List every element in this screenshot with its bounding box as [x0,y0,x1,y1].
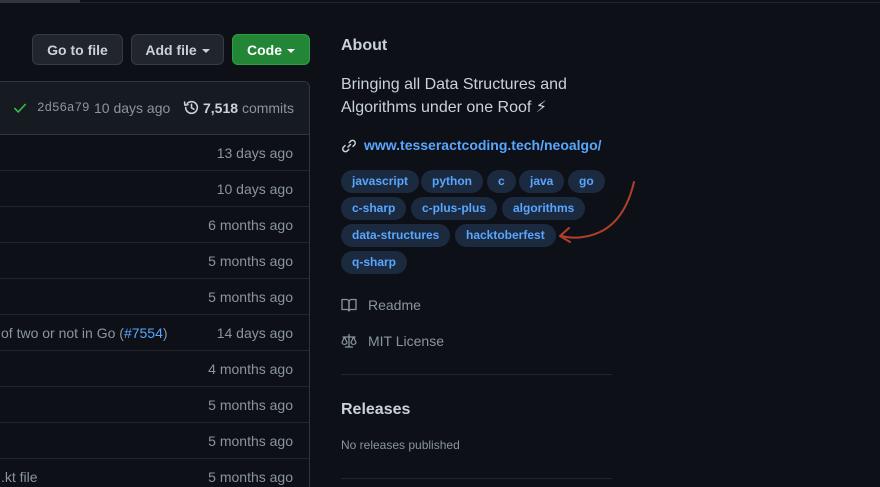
top-tab-underline [0,0,880,3]
website-link[interactable]: www.tesseractcoding.tech/neoalgo/ [364,137,602,153]
commit-message-suffix: ) [162,325,168,341]
add-file-label: Add file [145,41,197,58]
file-commit-age: 5 months ago [208,289,293,305]
file-row[interactable]: of two or not in Go (#7554) 14 days ago [0,315,309,351]
file-row[interactable]: 6 months ago [0,207,309,243]
file-commit-age: 10 days ago [216,181,293,197]
commit-message-text[interactable]: of two or not in Go ( [1,325,124,341]
latest-commit-bar: 2d56a79 10 days ago 7,518 commits [0,82,309,135]
topic-tag[interactable]: data-structures [341,224,451,247]
commit-count: 7,518 [203,100,239,116]
history-icon [183,100,199,115]
topic-tag[interactable]: javascript [341,170,420,193]
pull-request-link[interactable]: #7554 [124,325,163,341]
add-file-button[interactable]: Add file [131,34,224,65]
file-row[interactable]: 5 months ago [0,243,309,279]
law-icon [341,333,357,348]
topic-tag[interactable]: c [487,170,516,193]
file-commit-age: 14 days ago [216,325,293,341]
go-to-file-button[interactable]: Go to file [32,34,123,65]
caret-down-icon [287,48,295,53]
topic-tag[interactable]: q-sharp [341,251,408,274]
file-commit-age: 5 months ago [208,397,293,413]
code-button[interactable]: Code [232,34,310,65]
go-to-file-label: Go to file [47,41,108,58]
file-row[interactable]: 13 days ago [0,135,309,171]
no-releases-text: No releases published [341,438,460,452]
file-row[interactable]: 4 months ago [0,351,309,387]
readme-label: Readme [368,297,421,313]
file-commit-message: of two or not in Go (#7554) [1,325,168,341]
code-label: Code [247,41,282,58]
description-line: Bringing all Data Structures and [341,76,567,93]
file-commit-age: 5 months ago [208,253,293,269]
file-row[interactable]: .kt file 5 months ago [0,459,309,487]
file-commit-age: 13 days ago [216,145,293,161]
annotation-arrow-icon [559,181,635,243]
releases-heading[interactable]: Releases [341,401,410,419]
file-commit-age: 4 months ago [208,361,293,377]
file-list: 2d56a79 10 days ago 7,518 commits 13 day… [0,81,310,487]
topic-tag[interactable]: hacktoberfest [455,224,556,247]
topic-tag[interactable]: c-plus-plus [411,197,498,220]
commit-age: 10 days ago [94,100,171,116]
description-line: Algorithms under one Roof ⚡ [341,99,548,116]
commits-label: commits [241,100,295,116]
file-row[interactable]: 5 months ago [0,387,309,423]
link-icon [342,139,356,153]
topic-tag[interactable]: c-sharp [341,197,407,220]
file-commit-age: 6 months ago [208,217,293,233]
topic-tag[interactable]: python [421,170,483,193]
license-label: MIT License [368,333,444,349]
caret-down-icon [201,48,210,53]
file-commit-age: 5 months ago [208,433,293,449]
file-commit-message[interactable]: .kt file [1,469,38,485]
commit-sha-link[interactable]: 2d56a79 [37,101,90,115]
book-icon [341,298,357,312]
file-row[interactable]: 5 months ago [0,423,309,459]
repo-description: Bringing all Data Structures and Algorit… [341,73,611,119]
sidebar-divider [341,374,612,375]
check-icon [13,103,27,113]
commits-link[interactable]: 7,518 commits [203,100,294,116]
file-row[interactable]: 10 days ago [0,171,309,207]
sidebar-divider [341,478,612,479]
about-heading: About [341,37,388,54]
file-commit-age: 5 months ago [208,469,293,485]
file-row[interactable]: 5 months ago [0,279,309,315]
